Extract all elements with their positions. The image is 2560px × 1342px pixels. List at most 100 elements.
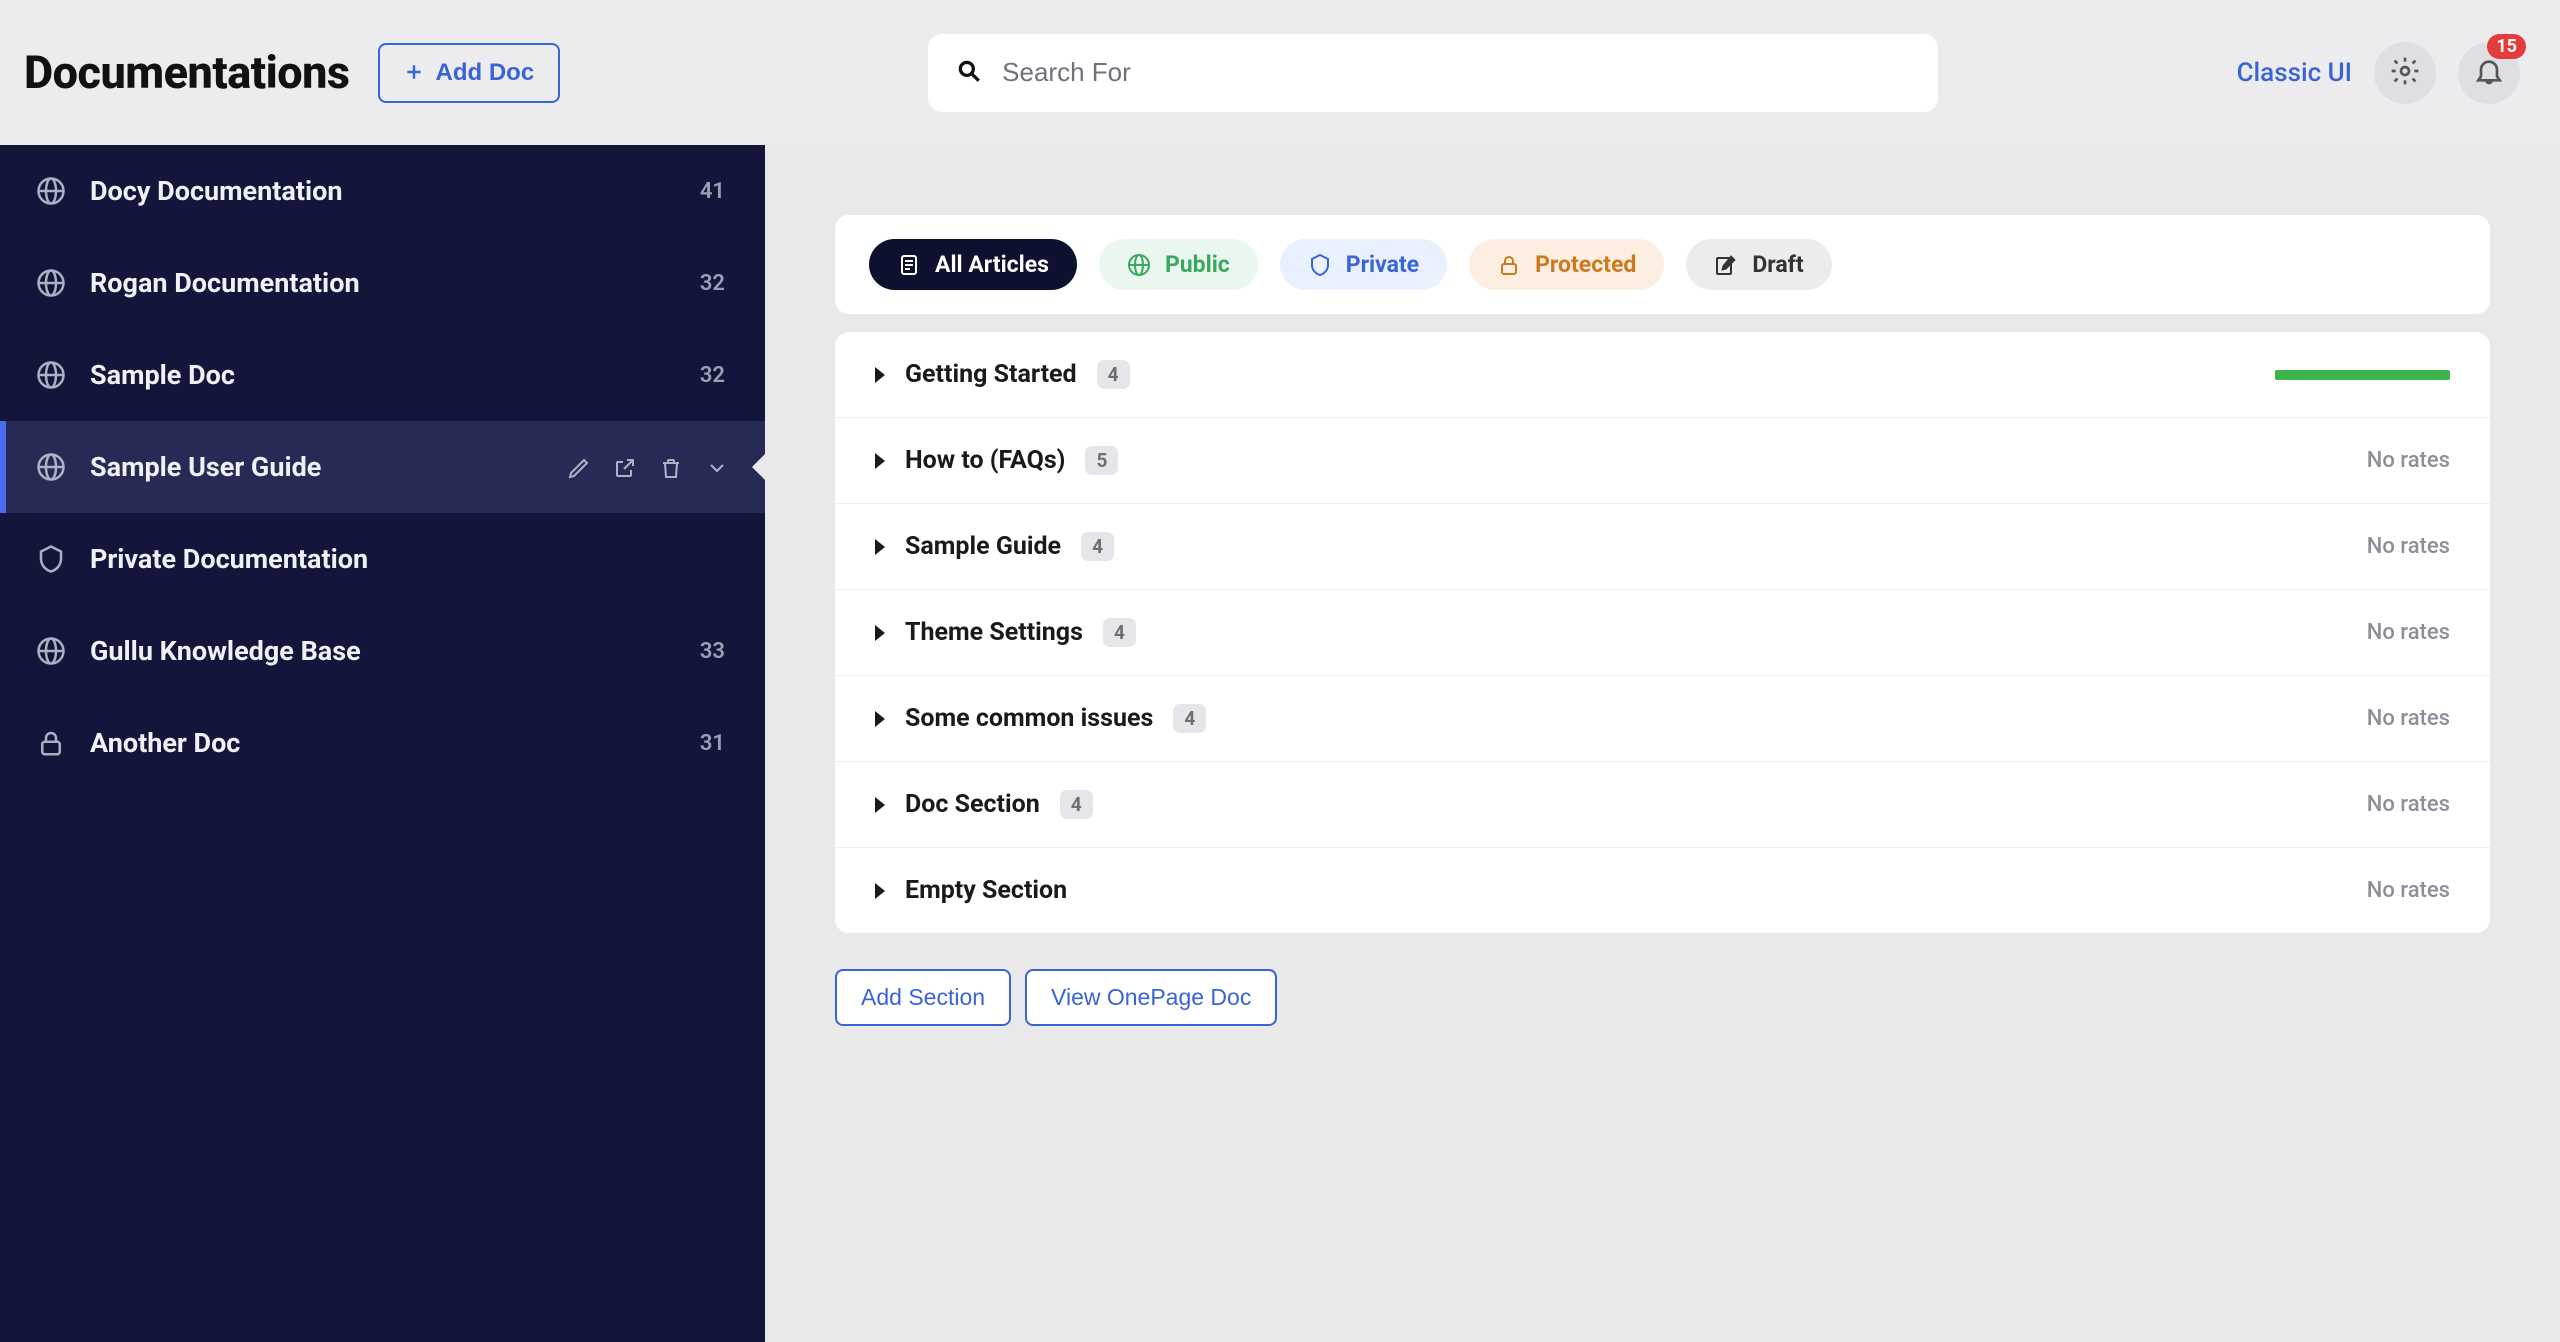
trash-icon[interactable] <box>659 455 683 479</box>
notification-badge: 15 <box>2487 34 2526 60</box>
section-title: How to (FAQs) <box>905 446 1065 475</box>
filter-draft[interactable]: Draft <box>1686 239 1831 290</box>
add-doc-button[interactable]: Add Doc <box>378 43 561 103</box>
search-icon <box>956 58 982 88</box>
search-box[interactable] <box>928 34 1938 112</box>
search-input[interactable] <box>1002 57 1910 88</box>
filter-public[interactable]: Public <box>1099 239 1258 290</box>
lock-icon <box>1497 253 1521 277</box>
sections-list: Getting Started4How to (FAQs)5No ratesSa… <box>835 332 2490 933</box>
shield-icon <box>36 544 66 574</box>
bell-icon <box>2473 55 2505 91</box>
globe-icon <box>1127 253 1151 277</box>
caret-right-icon <box>875 367 885 383</box>
filter-label: Public <box>1165 251 1230 278</box>
globe-icon <box>36 452 66 482</box>
pencil-square-icon <box>1714 253 1738 277</box>
sidebar-item-label: Rogan Documentation <box>90 267 676 299</box>
section-title: Some common issues <box>905 704 1153 733</box>
section-count: 4 <box>1060 790 1093 819</box>
sidebar-item-label: Docy Documentation <box>90 175 676 207</box>
plus-icon <box>404 59 424 87</box>
sidebar-item-count: 33 <box>700 639 725 664</box>
section-row[interactable]: Empty Section No rates <box>835 848 2490 933</box>
globe-icon <box>36 360 66 390</box>
section-row[interactable]: How to (FAQs) 5 No rates <box>835 418 2490 504</box>
sidebar-item-label: Gullu Knowledge Base <box>90 635 676 667</box>
sidebar-item-count: 32 <box>700 363 725 388</box>
sidebar-item[interactable]: Private Documentation <box>0 513 765 605</box>
sidebar-item-label: Another Doc <box>90 727 676 759</box>
filters-bar: All Articles Public Private Protected Draft <box>835 215 2490 314</box>
caret-right-icon <box>875 453 885 469</box>
filter-private[interactable]: Private <box>1280 239 1447 290</box>
section-title: Getting Started <box>905 360 1077 389</box>
external-link-icon[interactable] <box>613 455 637 479</box>
caret-right-icon <box>875 625 885 641</box>
sidebar-item-actions <box>567 455 729 479</box>
edit-icon[interactable] <box>567 455 591 479</box>
filter-label: Protected <box>1535 251 1636 278</box>
section-count: 5 <box>1085 446 1118 475</box>
section-count: 4 <box>1081 532 1114 561</box>
section-row[interactable]: Sample Guide 4 No rates <box>835 504 2490 590</box>
sidebar-item[interactable]: Docy Documentation 41 <box>0 145 765 237</box>
caret-right-icon <box>875 711 885 727</box>
shield-icon <box>1308 253 1332 277</box>
no-rates-label: No rates <box>2367 878 2450 903</box>
section-count: 4 <box>1097 360 1130 389</box>
sidebar-item-count: 41 <box>700 179 725 204</box>
filter-label: All Articles <box>935 251 1049 278</box>
sidebar-item-label: Private Documentation <box>90 543 729 575</box>
filter-all[interactable]: All Articles <box>869 239 1077 290</box>
section-title: Doc Section <box>905 790 1040 819</box>
globe-icon <box>36 636 66 666</box>
sidebar: Docy Documentation 41 Rogan Documentation 3… <box>0 145 765 1342</box>
sidebar-item[interactable]: Sample Doc 32 <box>0 329 765 421</box>
lock-icon <box>36 728 66 758</box>
no-rates-label: No rates <box>2367 706 2450 731</box>
gear-icon <box>2389 55 2421 91</box>
globe-icon <box>36 268 66 298</box>
caret-right-icon <box>875 539 885 555</box>
view-onepage-doc-button[interactable]: View OnePage Doc <box>1025 969 1277 1026</box>
sidebar-item[interactable]: Sample User Guide <box>0 421 765 513</box>
chevron-down-icon[interactable] <box>705 455 729 479</box>
filter-protected[interactable]: Protected <box>1469 239 1664 290</box>
no-rates-label: No rates <box>2367 534 2450 559</box>
bottom-actions: Add Section View OnePage Doc <box>835 969 2490 1026</box>
section-count: 4 <box>1103 618 1136 647</box>
sidebar-item[interactable]: Rogan Documentation 32 <box>0 237 765 329</box>
section-title: Sample Guide <box>905 532 1061 561</box>
settings-button[interactable] <box>2374 42 2436 104</box>
sidebar-item[interactable]: Gullu Knowledge Base 33 <box>0 605 765 697</box>
section-count: 4 <box>1173 704 1206 733</box>
no-rates-label: No rates <box>2367 620 2450 645</box>
section-row[interactable]: Getting Started 4 <box>835 332 2490 418</box>
caret-right-icon <box>875 797 885 813</box>
filter-label: Private <box>1346 251 1419 278</box>
section-row[interactable]: Theme Settings 4 No rates <box>835 590 2490 676</box>
globe-icon <box>36 176 66 206</box>
add-section-button[interactable]: Add Section <box>835 969 1011 1026</box>
sidebar-item-label: Sample User Guide <box>90 451 543 483</box>
doc-icon <box>897 253 921 277</box>
filter-label: Draft <box>1752 251 1803 278</box>
no-rates-label: No rates <box>2367 448 2450 473</box>
caret-right-icon <box>875 883 885 899</box>
rating-bar <box>2275 370 2450 380</box>
section-row[interactable]: Doc Section 4 No rates <box>835 762 2490 848</box>
main-content: All ArticlesPublicPrivateProtectedDraft … <box>765 145 2560 1342</box>
page-title: Documentations <box>24 46 350 99</box>
sidebar-item-count: 32 <box>700 271 725 296</box>
add-doc-label: Add Doc <box>436 59 535 87</box>
sidebar-item-label: Sample Doc <box>90 359 676 391</box>
notifications-button[interactable]: 15 <box>2458 42 2520 104</box>
no-rates-label: No rates <box>2367 792 2450 817</box>
section-title: Empty Section <box>905 876 1067 905</box>
sidebar-item-count: 31 <box>700 731 725 756</box>
section-row[interactable]: Some common issues 4 No rates <box>835 676 2490 762</box>
sidebar-item[interactable]: Another Doc 31 <box>0 697 765 789</box>
classic-ui-link[interactable]: Classic UI <box>2237 58 2352 88</box>
section-title: Theme Settings <box>905 618 1083 647</box>
